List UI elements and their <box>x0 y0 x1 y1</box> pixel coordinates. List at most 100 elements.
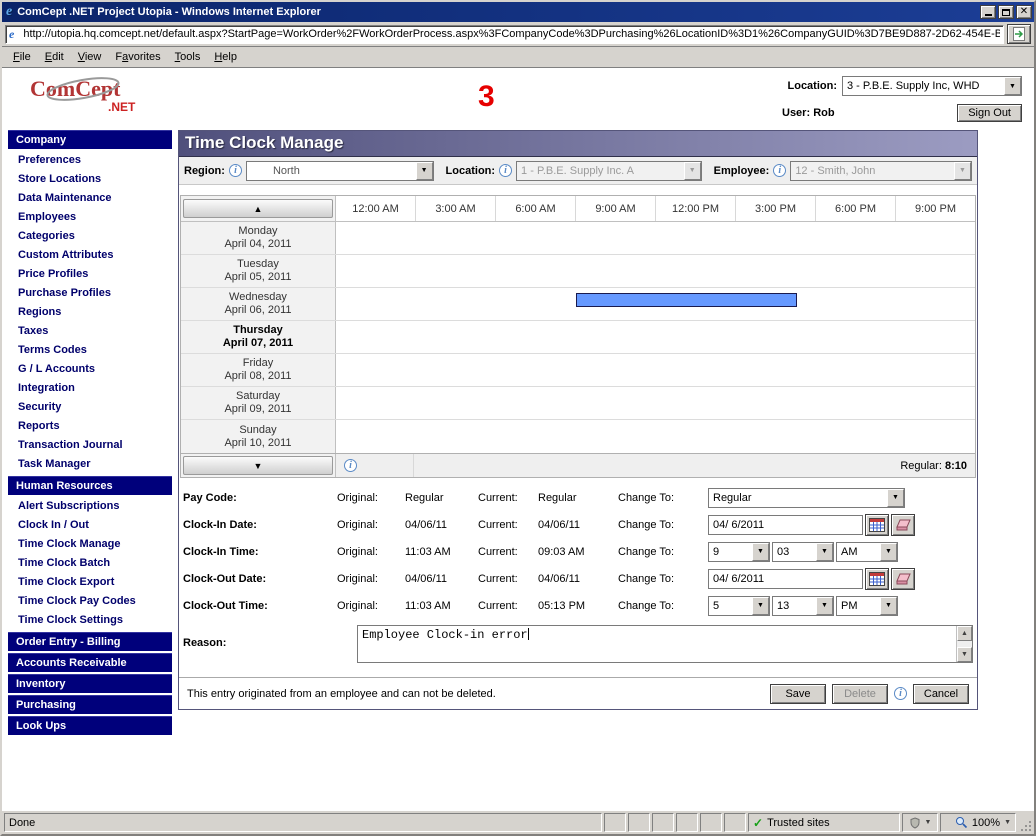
filter-location-select: 1 - P.B.E. Supply Inc. A ▼ <box>516 161 702 181</box>
clock-in-time-row: Clock-In Time: Original: 11:03 AM Curren… <box>179 538 977 565</box>
maximize-button[interactable] <box>998 5 1014 19</box>
cancel-button[interactable]: Cancel <box>913 684 969 704</box>
sidebar-item-store-locations[interactable]: Store Locations <box>8 170 172 189</box>
sidebar-item-data-maintenance[interactable]: Data Maintenance <box>8 189 172 208</box>
url-input[interactable]: e http://utopia.hq.comcept.net/default.a… <box>5 25 1004 44</box>
sidebar-header-purchasing[interactable]: Purchasing <box>8 695 172 714</box>
sidebar-item-transaction-journal[interactable]: Transaction Journal <box>8 436 172 455</box>
sidebar-header-company[interactable]: Company <box>8 130 172 149</box>
menu-edit[interactable]: Edit <box>38 49 71 65</box>
reason-scrollbar[interactable]: ▲ ▼ <box>956 626 972 662</box>
clock-out-date-calendar-button[interactable] <box>865 568 889 590</box>
chevron-down-icon[interactable]: ▼ <box>752 597 769 615</box>
sidebar-item-clock-in-out[interactable]: Clock In / Out <box>8 516 172 535</box>
clock-out-date-clear-button[interactable] <box>891 568 915 590</box>
chevron-down-icon[interactable]: ▼ <box>880 597 897 615</box>
clock-in-minute-select[interactable]: 03▼ <box>772 542 834 562</box>
minimize-button[interactable] <box>980 5 996 19</box>
clock-out-date-input[interactable]: 04/ 6/2011 <box>708 569 863 589</box>
sidebar-header-look-ups[interactable]: Look Ups <box>8 716 172 735</box>
sign-out-button[interactable]: Sign Out <box>957 104 1022 122</box>
clock-in-ampm-select[interactable]: AM▼ <box>836 542 898 562</box>
clock-in-date-input[interactable]: 04/ 6/2011 <box>708 515 863 535</box>
protected-mode-button[interactable]: ▼ <box>902 813 938 832</box>
chevron-down-icon[interactable]: ▼ <box>816 597 833 615</box>
status-blank-panel <box>628 813 650 832</box>
sidebar-item-integration[interactable]: Integration <box>8 379 172 398</box>
sidebar-item-time-clock-settings[interactable]: Time Clock Settings <box>8 611 172 630</box>
sidebar-item-time-clock-export[interactable]: Time Clock Export <box>8 573 172 592</box>
clock-out-hour-select[interactable]: 5▼ <box>708 596 770 616</box>
sidebar-item-preferences[interactable]: Preferences <box>8 151 172 170</box>
chevron-down-icon[interactable]: ▼ <box>880 543 897 561</box>
window-titlebar: e ComCept .NET Project Utopia - Windows … <box>2 2 1034 22</box>
original-label: Original: <box>337 573 405 585</box>
delete-info-icon[interactable]: i <box>894 687 907 700</box>
location-select[interactable]: 3 - P.B.E. Supply Inc, WHD ▼ <box>842 76 1022 96</box>
menu-file[interactable]: File <box>6 49 38 65</box>
sidebar-item-alert-subscriptions[interactable]: Alert Subscriptions <box>8 497 172 516</box>
clock-out-hour-value: 5 <box>709 600 752 612</box>
sidebar-header-accounts-receivable[interactable]: Accounts Receivable <box>8 653 172 672</box>
close-button[interactable]: ✕ <box>1016 5 1032 19</box>
sidebar-header-inventory[interactable]: Inventory <box>8 674 172 693</box>
sidebar-item-employees[interactable]: Employees <box>8 208 172 227</box>
sidebar-item-time-clock-manage[interactable]: Time Clock Manage <box>8 535 172 554</box>
clock-out-ampm-select[interactable]: PM▼ <box>836 596 898 616</box>
sidebar-item-time-clock-pay-codes[interactable]: Time Clock Pay Codes <box>8 592 172 611</box>
sidebar-item-reports[interactable]: Reports <box>8 417 172 436</box>
sidebar-item-task-manager[interactable]: Task Manager <box>8 455 172 474</box>
change-to-label: Change To: <box>618 546 708 558</box>
chevron-down-icon[interactable]: ▼ <box>887 489 904 507</box>
clock-out-minute-select[interactable]: 13▼ <box>772 596 834 616</box>
region-select[interactable]: North ▼ <box>246 161 434 181</box>
time-header-6-00-pm: 6:00 PM <box>815 196 895 221</box>
scroll-up-arrow-icon[interactable]: ▲ <box>957 626 972 641</box>
clock-in-date-clear-button[interactable] <box>891 514 915 536</box>
location-info-icon[interactable]: i <box>499 164 512 177</box>
sidebar-item-g-l-accounts[interactable]: G / L Accounts <box>8 360 172 379</box>
sidebar-item-taxes[interactable]: Taxes <box>8 322 172 341</box>
scroll-up-button[interactable]: ▲ <box>183 199 333 218</box>
save-button[interactable]: Save <box>770 684 826 704</box>
reason-textarea[interactable]: Employee Clock-in error ▲ ▼ <box>357 625 973 663</box>
zoom-control[interactable]: 100% ▼ <box>940 813 1016 832</box>
sidebar-item-time-clock-batch[interactable]: Time Clock Batch <box>8 554 172 573</box>
menu-tools[interactable]: Tools <box>168 49 208 65</box>
sidebar-item-security[interactable]: Security <box>8 398 172 417</box>
window-title: ComCept .NET Project Utopia - Windows In… <box>17 6 978 18</box>
chevron-down-icon[interactable]: ▼ <box>816 543 833 561</box>
chevron-down-icon[interactable]: ▼ <box>1004 77 1021 95</box>
sidebar-header-human-resources[interactable]: Human Resources <box>8 476 172 495</box>
resize-grip[interactable] <box>1018 813 1032 832</box>
menu-favorites[interactable]: Favorites <box>108 49 167 65</box>
pay-code-select[interactable]: Regular ▼ <box>708 488 905 508</box>
menu-help[interactable]: Help <box>207 49 244 65</box>
time-entry-bar[interactable] <box>576 293 797 307</box>
current-label: Current: <box>478 492 538 504</box>
sidebar-item-terms-codes[interactable]: Terms Codes <box>8 341 172 360</box>
sidebar-item-price-profiles[interactable]: Price Profiles <box>8 265 172 284</box>
sidebar-header-order-entry-billing[interactable]: Order Entry - Billing <box>8 632 172 651</box>
change-to-label: Change To: <box>618 573 708 585</box>
scroll-down-button[interactable]: ▼ <box>183 456 333 475</box>
chevron-down-icon: ▼ <box>925 819 932 826</box>
clock-out-time-label: Clock-Out Time: <box>183 600 337 612</box>
sidebar-item-custom-attributes[interactable]: Custom Attributes <box>8 246 172 265</box>
sidebar-item-categories[interactable]: Categories <box>8 227 172 246</box>
clock-in-hour-value: 9 <box>709 546 752 558</box>
sidebar-item-purchase-profiles[interactable]: Purchase Profiles <box>8 284 172 303</box>
go-button[interactable] <box>1007 24 1031 44</box>
chevron-down-icon[interactable]: ▼ <box>752 543 769 561</box>
scroll-down-arrow-icon[interactable]: ▼ <box>957 647 972 662</box>
clock-in-date-calendar-button[interactable] <box>865 514 889 536</box>
menu-view[interactable]: View <box>71 49 109 65</box>
clock-in-hour-select[interactable]: 9▼ <box>708 542 770 562</box>
clock-in-minute-value: 03 <box>773 546 816 558</box>
employee-info-icon[interactable]: i <box>773 164 786 177</box>
chevron-down-icon[interactable]: ▼ <box>416 162 433 180</box>
grid-info-icon[interactable]: i <box>344 459 357 472</box>
day-rows: MondayApril 04, 2011TuesdayApril 05, 201… <box>181 222 975 453</box>
sidebar-item-regions[interactable]: Regions <box>8 303 172 322</box>
region-info-icon[interactable]: i <box>229 164 242 177</box>
